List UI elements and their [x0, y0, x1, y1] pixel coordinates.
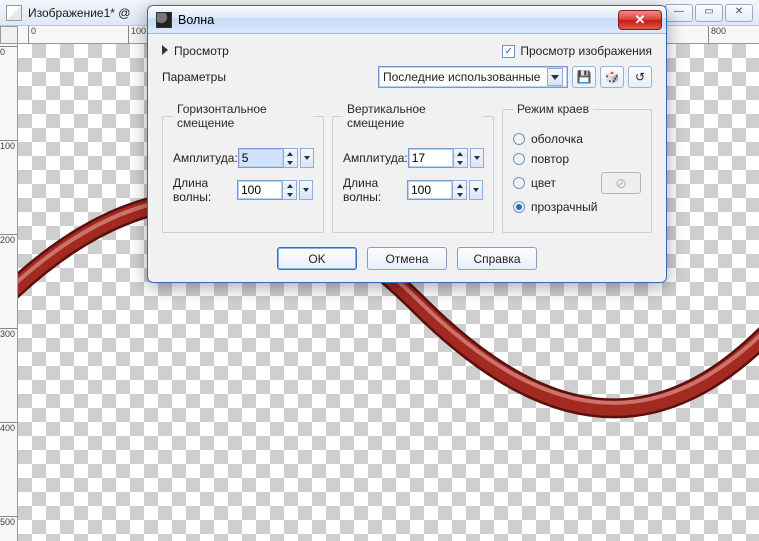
editor-close-button[interactable]: ✕ [725, 4, 753, 22]
dialog-close-button[interactable]: ✕ [618, 10, 662, 30]
edge-color-swatch[interactable]: ⊘ [601, 172, 641, 194]
v-amplitude-spinner[interactable] [453, 148, 468, 168]
editor-title: Изображение1* @ [28, 6, 130, 20]
close-icon: ✕ [635, 13, 646, 26]
cancel-button[interactable]: Отмена [367, 247, 447, 270]
checkbox-icon: ✓ [502, 45, 515, 58]
floppy-icon: 💾 [577, 70, 592, 84]
preview-toggle[interactable]: Просмотр [162, 44, 229, 58]
v-wavelength-input[interactable] [407, 180, 453, 200]
help-button[interactable]: Справка [457, 247, 537, 270]
h-amplitude-input[interactable] [238, 148, 284, 168]
save-preset-button[interactable]: 💾 [572, 66, 596, 88]
expand-icon [162, 45, 168, 55]
h-amplitude-menu[interactable] [300, 148, 314, 168]
ruler-corner [0, 26, 18, 44]
v-amplitude-input[interactable] [408, 148, 454, 168]
preview-image-checkbox[interactable]: ✓ Просмотр изображения [502, 44, 652, 58]
h-wavelength-menu[interactable] [299, 180, 313, 200]
group-edges-legend: Режим краев [513, 102, 593, 116]
group-vertical: Вертикальное смещение Амплитуда: Длина в… [332, 102, 494, 233]
h-wavelength-spinner[interactable] [282, 180, 297, 200]
ok-button[interactable]: OK [277, 247, 357, 270]
edge-mode-color[interactable]: цвет ⊘ [513, 172, 641, 194]
forbidden-icon: ⊘ [615, 175, 627, 192]
editor-maximize-button[interactable]: ▭ [695, 4, 723, 22]
randomize-button[interactable]: 🎲 [600, 66, 624, 88]
v-amplitude-label: Амплитуда: [343, 151, 408, 165]
ruler-vertical: 0 100 200 300 400 500 [0, 44, 18, 541]
group-horizontal: Горизонтальное смещение Амплитуда: Длина… [162, 102, 324, 233]
group-v-legend: Вертикальное смещение [343, 102, 483, 130]
editor-minimize-button[interactable]: — [665, 4, 693, 22]
reset-button[interactable]: ↺ [628, 66, 652, 88]
edge-mode-transparent[interactable]: прозрачный [513, 200, 641, 214]
chevron-down-icon [547, 68, 563, 86]
parameters-label: Параметры [162, 70, 226, 84]
document-icon [6, 5, 22, 21]
edge-mode-wrap[interactable]: оболочка [513, 132, 641, 146]
v-wavelength-label: Длина волны: [343, 176, 407, 204]
group-edges: Режим краев оболочка повтор цвет ⊘ прозр… [502, 102, 652, 233]
v-wavelength-menu[interactable] [469, 180, 483, 200]
v-amplitude-menu[interactable] [470, 148, 484, 168]
h-wavelength-label: Длина волны: [173, 176, 237, 204]
edge-mode-repeat[interactable]: повтор [513, 152, 641, 166]
h-wavelength-input[interactable] [237, 180, 283, 200]
group-h-legend: Горизонтальное смещение [173, 102, 313, 130]
v-wavelength-spinner[interactable] [452, 180, 467, 200]
reset-icon: ↺ [635, 70, 645, 84]
dialog-titlebar[interactable]: Волна ✕ [148, 6, 666, 34]
wave-dialog: Волна ✕ Просмотр ✓ Просмотр изображения … [147, 5, 667, 283]
preset-combo[interactable]: Последние использованные [378, 66, 568, 88]
h-amplitude-spinner[interactable] [283, 148, 298, 168]
dice-icon: 🎲 [605, 70, 620, 84]
dialog-icon [156, 12, 172, 28]
h-amplitude-label: Амплитуда: [173, 151, 238, 165]
dialog-title: Волна [178, 13, 214, 27]
